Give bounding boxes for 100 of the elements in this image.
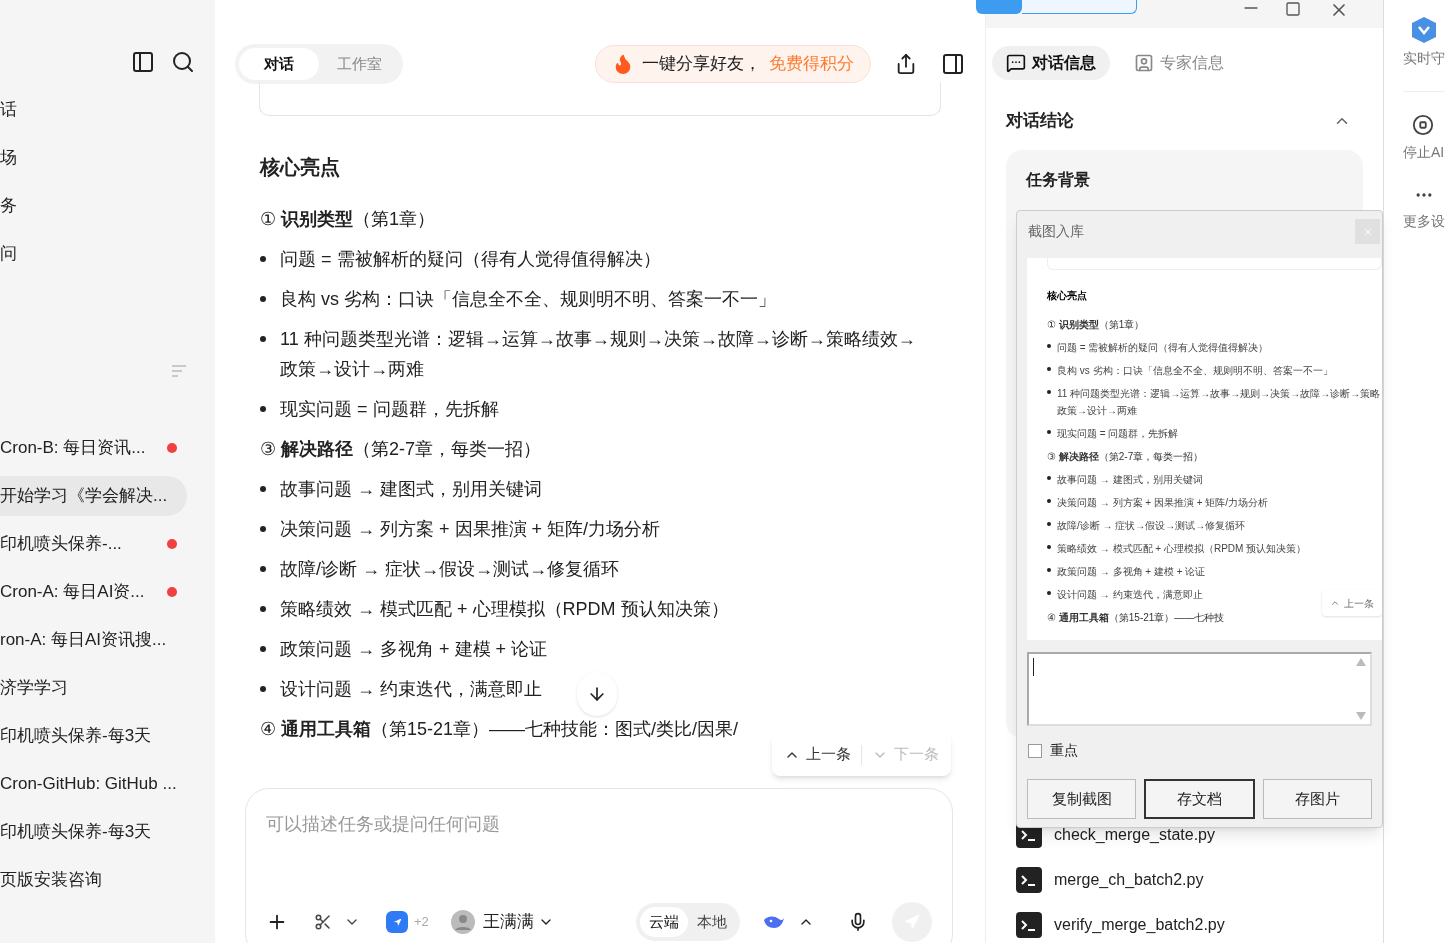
bullet-icon [1047, 591, 1051, 595]
person-icon [1134, 53, 1154, 73]
bullet-icon [260, 406, 266, 412]
chevron-up-icon [1330, 598, 1340, 608]
nav-item[interactable]: 问 [0, 244, 215, 264]
dialog-button[interactable]: 存文档 [1144, 779, 1255, 819]
bullet-icon [260, 336, 266, 342]
scissors-icon[interactable] [314, 913, 332, 931]
dialog-button[interactable]: 复制截图 [1027, 779, 1136, 819]
bullet-text: 政策问题 → 多视角 + 建模 + 论证 [1057, 565, 1206, 579]
conversation-title: 印机喷头保养-每3天 [0, 821, 152, 844]
message-input[interactable]: 可以描述任务或提问任何问题 [266, 811, 932, 838]
bullet-text: 故事问题 → 建图式，别用关键词 [1057, 473, 1203, 487]
bullet-text: 11 种问题类型光谱：逻辑→运算→故事→规则→决策→故障→诊断→策略绩效→政策→设计→两难 [280, 328, 917, 381]
section-title: ④ 通用工具箱（第15-21章）——七种技能：图式/类比/因果/ [260, 718, 739, 741]
conversation-item[interactable]: Cron-A: 每日AI资... [0, 572, 187, 612]
sidebar-toggle-icon[interactable] [131, 50, 155, 74]
dialog-title: 截图入库 [1028, 222, 1084, 241]
bullet-text: 现实问题 = 问题群，先拆解 [1057, 427, 1179, 441]
bullet-icon [1047, 390, 1051, 394]
conversation-title: 页版安装咨询 [0, 869, 102, 892]
bullet-text: 良构 vs 劣构：口诀「信息全不全、规则明不明、答案一不一」 [1057, 364, 1333, 378]
assistant-selector[interactable]: 王满满 [482, 909, 554, 935]
maximize-icon[interactable] [1285, 1, 1301, 17]
share-reward-text: 免费得积分 [769, 53, 854, 76]
conversation-title: Cron-GitHub: GitHub ... [0, 773, 177, 796]
share-banner[interactable]: 一键分享好友， 免费得积分 [595, 45, 871, 83]
conversation-item[interactable]: Cron-B: 每日资讯... [0, 428, 187, 468]
bullet-icon [1047, 499, 1051, 503]
bullet-text: 设计问题 → 约束迭代，满意即止 [280, 678, 542, 701]
conversation-item[interactable]: 开始学习《学会解决... [0, 476, 187, 516]
conversation-item[interactable]: 印机喷头保养-... [0, 524, 187, 564]
side-action-label[interactable]: 实时守 [1402, 48, 1445, 69]
bullet-icon [1047, 522, 1051, 526]
bullet-icon [1047, 476, 1051, 480]
bullet-text: 问题 = 需被解析的疑问（得有人觉得值得解决） [1057, 341, 1269, 355]
terminal-file-icon [1016, 911, 1042, 938]
app-icon[interactable] [386, 911, 408, 933]
bullet-icon [1047, 344, 1051, 348]
extra-count: +2 [414, 913, 429, 932]
shield-logo-icon[interactable] [1410, 16, 1437, 44]
text-cursor [1033, 658, 1034, 676]
bullet-text: 良构 vs 劣构：口诀「信息全不全、规则明不明、答案一不一」 [280, 288, 776, 311]
checkbox-label: 重点 [1050, 741, 1078, 760]
bullet-icon [260, 486, 266, 492]
nav-item[interactable]: 场 [0, 148, 215, 168]
preview-prev-label: 上一条 [1344, 596, 1374, 611]
side-action-label[interactable]: 更多设 [1402, 211, 1445, 232]
conversation-item[interactable]: ron-A: 每日AI资讯搜... [0, 620, 187, 660]
bullet-text: 策略绩效 → 模式匹配 + 心理模拟（RPDM 预认知决策） [280, 598, 729, 621]
address-field[interactable] [1022, 0, 1137, 14]
prev-message-button[interactable]: 上一条 [784, 743, 851, 766]
bullet-icon [1047, 430, 1051, 434]
file-name[interactable]: merge_ch_batch2.py [1054, 867, 1204, 892]
important-checkbox[interactable] [1028, 743, 1042, 758]
scroll-down-button[interactable] [577, 672, 617, 716]
nav-item[interactable]: 务 [0, 196, 215, 216]
nav-item[interactable]: 话 [0, 100, 215, 120]
bullet-text: 决策问题 → 列方案 + 因果推演 + 矩阵/力场分析 [1057, 496, 1269, 510]
conversation-title: 印机喷头保养-每3天 [0, 725, 152, 748]
conversation-item[interactable]: Cron-GitHub: GitHub ... [0, 764, 187, 804]
conversation-item[interactable]: 印机喷头保养-每3天 [0, 812, 187, 852]
bullet-text: 现实问题 = 问题群，先拆解 [280, 398, 499, 421]
section-heading: 核心亮点 [1047, 289, 1088, 303]
bullet-icon [260, 606, 266, 612]
search-icon[interactable] [171, 50, 195, 74]
mode-option[interactable]: 云端 [640, 907, 688, 937]
conversation-title: 印机喷头保养-... [0, 533, 122, 556]
bullet-text: 政策问题 → 多视角 + 建模 + 论证 [280, 638, 548, 661]
file-name[interactable]: verify_merge_batch2.py [1054, 912, 1225, 937]
bullet-icon [1047, 545, 1051, 549]
bullet-text: 决策问题 → 列方案 + 因果推演 + 矩阵/力场分析 [280, 518, 661, 541]
info-tab[interactable]: 专家信息 [1120, 46, 1238, 80]
mode-option[interactable]: 本地 [688, 907, 736, 937]
conversation-title: Cron-B: 每日资讯... [0, 437, 146, 460]
bullet-icon [260, 256, 266, 262]
bullet-icon [260, 526, 266, 532]
conversation-item[interactable]: 印机喷头保养-每3天 [0, 716, 187, 756]
bullet-text: 政策→设计→两难 [1057, 404, 1138, 418]
conversation-item[interactable]: 济学学习 [0, 668, 187, 708]
conversation-item[interactable]: 页版安装咨询 [0, 860, 187, 900]
bullet-text: 设计问题 → 约束迭代，满意即止 [1057, 588, 1203, 602]
bullet-text: 故障/诊断 → 症状→假设→测试→修复循环 [280, 558, 619, 581]
bullet-text: 故事问题 → 建图式，别用关键词 [280, 478, 542, 501]
microphone-icon[interactable] [848, 912, 868, 932]
conversation-title: Cron-A: 每日AI资... [0, 581, 145, 604]
card-title: 任务背景 [1026, 170, 1090, 188]
conversation-title: 开始学习《学会解决... [0, 485, 168, 508]
bullet-icon [260, 566, 266, 572]
share-icon[interactable] [895, 53, 917, 75]
section-heading: 核心亮点 [260, 155, 341, 180]
view-tab[interactable]: 对话 [239, 48, 319, 80]
panel-toggle-icon[interactable] [941, 52, 965, 76]
side-action-label[interactable]: 停止AI [1402, 142, 1445, 163]
bullet-text: 问题 = 需被解析的疑问（得有人觉得值得解决） [280, 248, 661, 271]
info-tab[interactable]: 对话信息 [992, 46, 1110, 80]
dialog-button[interactable]: 存图片 [1263, 779, 1372, 819]
conversation-title: ron-A: 每日AI资讯搜... [0, 629, 167, 652]
stop-icon[interactable] [1412, 114, 1435, 136]
bullet-text: 11 种问题类型光谱：逻辑→运算→故事→规则→决策→故障→诊断→策略 [1057, 387, 1381, 401]
